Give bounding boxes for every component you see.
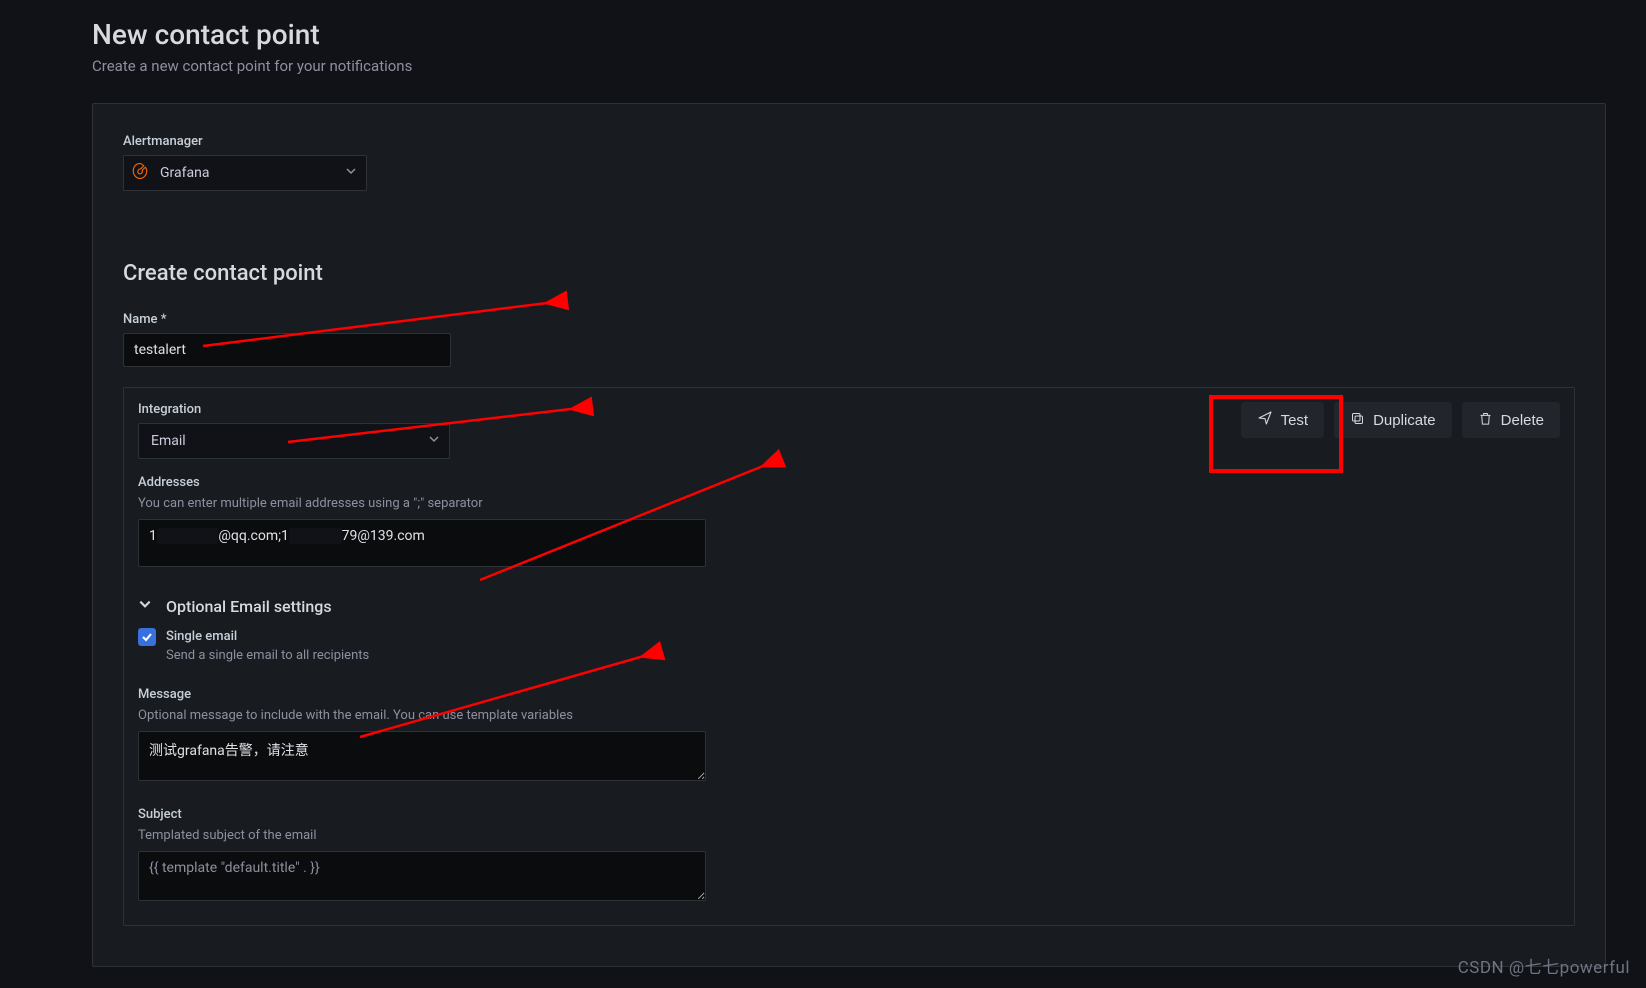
integration-box: Test Duplicate Delete bbox=[123, 387, 1575, 926]
subject-label: Subject bbox=[138, 807, 1560, 822]
addresses-frag: 79@139.com bbox=[342, 528, 425, 544]
name-label: Name * bbox=[123, 312, 1575, 327]
alertmanager-value: Grafana bbox=[123, 155, 367, 191]
message-input[interactable] bbox=[138, 731, 706, 781]
section-title: Create contact point bbox=[123, 261, 1575, 286]
form-panel: Alertmanager Grafana Create contact poin… bbox=[92, 103, 1606, 967]
single-email-label: Single email bbox=[166, 629, 237, 644]
name-input[interactable] bbox=[123, 333, 451, 367]
alertmanager-label: Alertmanager bbox=[123, 134, 1575, 149]
chevron-down-icon bbox=[138, 597, 152, 615]
page-title: New contact point bbox=[92, 18, 1646, 51]
addresses-input[interactable]: 1XXXXXXX@qq.com;1XXXXXX79@139.com bbox=[138, 519, 706, 567]
single-email-checkbox[interactable] bbox=[138, 628, 156, 646]
integration-value: Email bbox=[138, 423, 450, 459]
redacted-block: XXXXXXX bbox=[157, 528, 218, 544]
addresses-frag: @qq.com;1 bbox=[218, 528, 289, 544]
addresses-frag: 1 bbox=[149, 528, 157, 544]
check-icon bbox=[141, 631, 153, 643]
grafana-icon bbox=[131, 162, 149, 184]
optional-title: Optional Email settings bbox=[166, 597, 332, 616]
subject-help: Templated subject of the email bbox=[138, 828, 1560, 845]
alertmanager-select[interactable]: Grafana bbox=[123, 155, 367, 191]
redacted-block: XXXXXX bbox=[289, 528, 342, 544]
addresses-help: You can enter multiple email addresses u… bbox=[138, 496, 1560, 513]
message-label: Message bbox=[138, 687, 1560, 702]
addresses-label: Addresses bbox=[138, 475, 1560, 490]
optional-settings-toggle[interactable]: Optional Email settings bbox=[138, 597, 1560, 616]
message-help: Optional message to include with the ema… bbox=[138, 708, 1560, 725]
integration-label: Integration bbox=[138, 402, 1560, 417]
integration-select[interactable]: Email bbox=[138, 423, 450, 459]
single-email-help: Send a single email to all recipients bbox=[166, 648, 1560, 665]
subject-input[interactable] bbox=[138, 851, 706, 901]
page-subtitle: Create a new contact point for your noti… bbox=[92, 57, 1646, 75]
